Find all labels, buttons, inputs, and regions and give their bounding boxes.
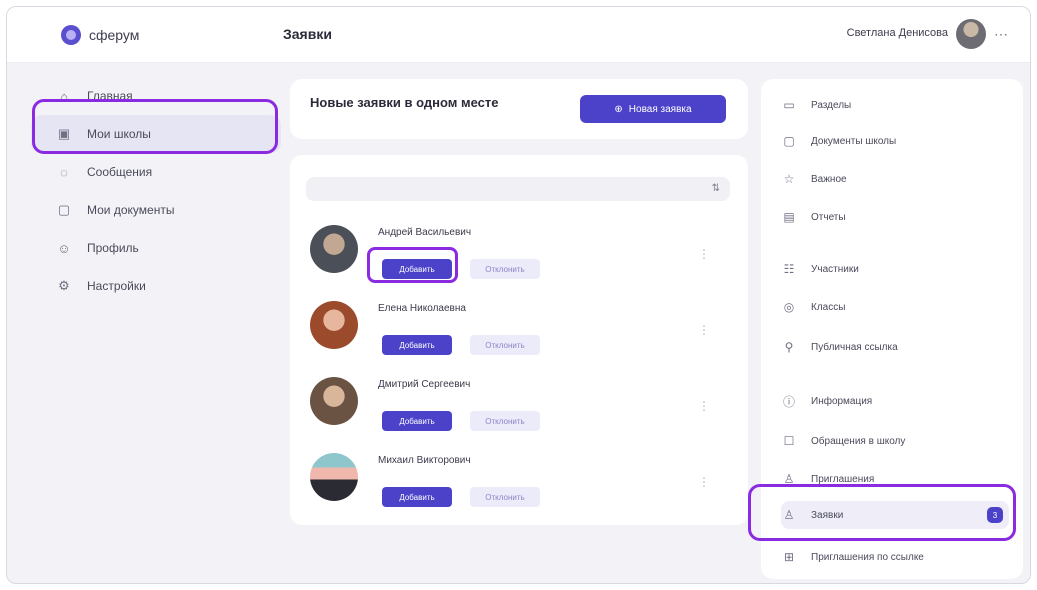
accept-button[interactable]: Добавить <box>382 487 452 507</box>
top-bar: сферум Заявки Светлана Денисова ⋯ <box>7 7 1030 63</box>
report-icon: ▤ <box>783 210 795 224</box>
sort-icon[interactable]: ⇅ <box>712 183 720 194</box>
decline-button[interactable]: Отклонить <box>470 259 540 279</box>
menu-item-link-invitations[interactable]: ⊞ Приглашения по ссылке <box>781 543 1009 571</box>
new-request-button[interactable]: ⊕ Новая заявка <box>580 95 726 123</box>
sidebar-item-label: Настройки <box>87 279 146 293</box>
chat-icon: ◌ <box>60 164 68 180</box>
filter-bar[interactable]: ⇅ <box>306 177 730 201</box>
avatar[interactable] <box>956 19 986 49</box>
requests-list: ⇅ Андрей Васильевич Добавить Отклонить ⋮… <box>290 155 748 525</box>
highlight-requests <box>748 484 1016 541</box>
avatar <box>310 225 358 273</box>
calendar-icon: ▭ <box>783 98 795 112</box>
sidebar-item-settings[interactable]: ⚙ Настройки <box>31 267 281 305</box>
more-icon[interactable]: ⋮ <box>698 247 710 261</box>
avatar <box>310 453 358 501</box>
more-icon[interactable]: ⋮ <box>698 399 710 413</box>
sidebar-item-documents[interactable]: ▢ Мои документы <box>31 191 281 229</box>
star-icon: ☆ <box>783 172 795 186</box>
decline-button[interactable]: Отклонить <box>470 487 540 507</box>
menu-item-sections[interactable]: ▭ Разделы <box>781 91 1009 119</box>
new-requests-card: Новые заявки в одном месте ⊕ Новая заявк… <box>290 79 748 139</box>
list-item: Дмитрий Сергеевич Добавить Отклонить ⋮ <box>310 377 730 447</box>
page-title: Заявки <box>283 26 332 42</box>
decline-button[interactable]: Отклонить <box>470 411 540 431</box>
menu-item-school-docs[interactable]: ▢ Документы школы <box>781 127 1009 155</box>
mail-icon: ☐ <box>783 434 795 448</box>
logo-text: сферум <box>89 27 140 43</box>
document-icon: ▢ <box>57 202 71 217</box>
menu-item-important[interactable]: ☆ Важное <box>781 165 1009 193</box>
person-name: Дмитрий Сергеевич <box>378 379 471 390</box>
accept-button[interactable]: Добавить <box>382 335 452 355</box>
highlight-accept-button <box>367 247 458 283</box>
sidebar-item-label: Сообщения <box>87 165 153 179</box>
more-icon[interactable]: ⋯ <box>994 26 1008 43</box>
link-icon: ⚲ <box>784 340 794 354</box>
sidebar-item-messages[interactable]: ◌ Сообщения <box>31 153 281 191</box>
menu-item-appeals[interactable]: ☐ Обращения в школу <box>781 427 1009 455</box>
more-icon[interactable]: ⋮ <box>698 475 710 489</box>
more-icon[interactable]: ⋮ <box>698 323 710 337</box>
menu-item-members[interactable]: ☷ Участники <box>781 255 1009 283</box>
list-item: Елена Николаевна Добавить Отклонить ⋮ <box>310 301 730 371</box>
user-menu[interactable]: Светлана Денисова ⋯ <box>847 19 1008 49</box>
decline-button[interactable]: Отклонить <box>470 335 540 355</box>
sidebar-item-label: Мои документы <box>87 203 175 217</box>
person-name: Михаил Викторович <box>378 455 471 466</box>
settings-icon: ⚙ <box>58 278 70 293</box>
card-title: Новые заявки в одном месте <box>310 95 499 110</box>
menu-item-public-link[interactable]: ⚲ Публичная ссылка <box>781 333 1009 361</box>
sidebar-item-label: Профиль <box>87 241 139 255</box>
folder-icon: ▢ <box>783 134 795 148</box>
info-icon: ⓘ <box>782 394 795 409</box>
person-name: Андрей Васильевич <box>378 227 472 238</box>
list-item: Михаил Викторович Добавить Отклонить ⋮ <box>310 453 730 523</box>
person-name: Елена Николаевна <box>378 303 466 314</box>
class-icon: ◎ <box>783 300 795 314</box>
people-icon: ☷ <box>783 262 795 276</box>
avatar <box>310 377 358 425</box>
user-name: Светлана Денисова <box>846 27 948 39</box>
profile-icon: ☺ <box>57 240 71 256</box>
menu-item-reports[interactable]: ▤ Отчеты <box>781 203 1009 231</box>
menu-item-info[interactable]: ⓘ Информация <box>781 387 1009 415</box>
plus-icon: ⊕ <box>614 103 623 115</box>
avatar <box>310 301 358 349</box>
logo-icon <box>61 25 81 45</box>
link-invite-icon: ⊞ <box>783 550 795 564</box>
accept-button[interactable]: Добавить <box>382 411 452 431</box>
logo[interactable]: сферум <box>61 25 139 45</box>
highlight-my-schools <box>32 99 278 154</box>
menu-item-classes[interactable]: ◎ Классы <box>781 293 1009 321</box>
sidebar-item-profile[interactable]: ☺ Профиль <box>31 229 281 267</box>
